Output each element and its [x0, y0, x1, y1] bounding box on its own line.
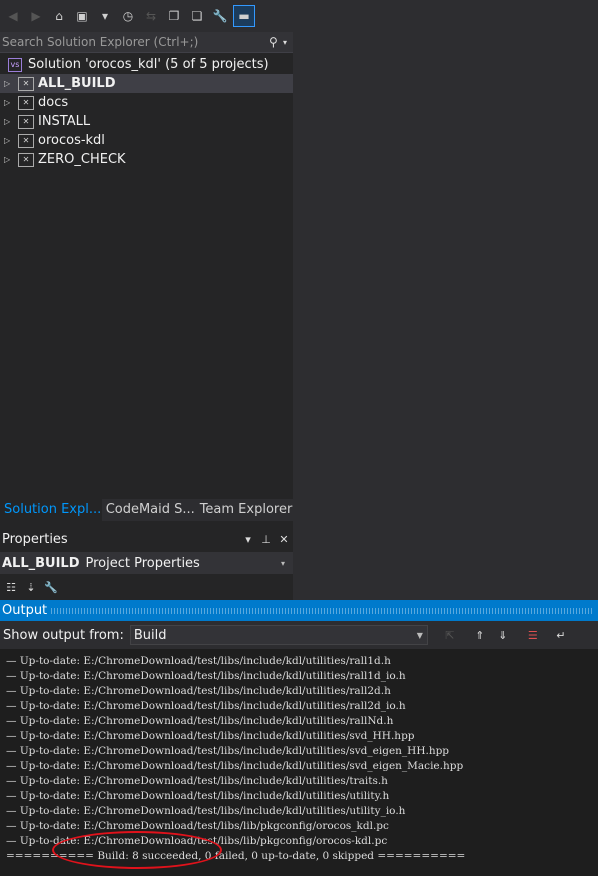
previous-message-icon[interactable]: ⇑ [470, 626, 490, 644]
solution-search-box[interactable]: Search Solution Explorer (Ctrl+;) ⚲ ▾ [0, 32, 293, 53]
project-icon: ✕ [18, 114, 34, 129]
clear-all-icon[interactable]: ☰ [523, 626, 543, 644]
output-line: — Up-to-date: E:/ChromeDownload/test/lib… [6, 775, 388, 787]
project-node-all-build[interactable]: ▷ ✕ ALL_BUILD [0, 74, 293, 93]
categorized-icon[interactable]: ☷ [2, 578, 20, 596]
project-label: INSTALL [38, 114, 91, 129]
pending-changes-icon[interactable]: ◷ [118, 6, 138, 26]
collapse-all-icon[interactable]: ❐ [164, 6, 184, 26]
solution-tree: vs Solution 'orocos_kdl' (5 of 5 project… [0, 55, 293, 169]
output-line: — Up-to-date: E:/ChromeDownload/test/lib… [6, 760, 464, 772]
chevron-down-icon[interactable]: ▾ [283, 38, 293, 47]
project-icon: ✕ [18, 152, 34, 167]
word-wrap-icon[interactable]: ↵ [551, 626, 571, 644]
chevron-down-icon[interactable]: ▾ [95, 6, 115, 26]
project-node-orocos-kdl[interactable]: ▷ ✕ orocos-kdl [0, 131, 293, 150]
chevron-down-icon[interactable]: ▼ [413, 631, 427, 640]
expand-arrow-icon[interactable]: ▷ [4, 79, 14, 88]
object-name: ALL_BUILD [2, 555, 80, 571]
project-node-zero-check[interactable]: ▷ ✕ ZERO_CHECK [0, 150, 293, 169]
title-grip[interactable] [51, 607, 594, 614]
window-position-icon[interactable]: ▾ [239, 533, 257, 546]
output-title-bar: Output [0, 600, 598, 621]
output-source-select[interactable]: Build ▼ [129, 625, 428, 645]
properties-header: Properties ▾ ⊥ ✕ [0, 529, 293, 549]
output-line: — Up-to-date: E:/ChromeDownload/test/lib… [6, 655, 391, 667]
expand-arrow-icon[interactable]: ▷ [4, 155, 14, 164]
output-line: — Up-to-date: E:/ChromeDownload/test/lib… [6, 820, 389, 832]
project-label: ALL_BUILD [38, 76, 116, 91]
tab-codemaid[interactable]: CodeMaid S... [102, 499, 196, 521]
output-line: — Up-to-date: E:/ChromeDownload/test/lib… [6, 790, 390, 802]
project-label: orocos-kdl [38, 133, 105, 148]
home-icon[interactable]: ⌂ [49, 6, 69, 26]
close-icon[interactable]: ✕ [275, 533, 293, 546]
solution-icon: vs [8, 57, 22, 72]
project-node-docs[interactable]: ▷ ✕ docs [0, 93, 293, 112]
chevron-down-icon[interactable]: ▾ [281, 559, 293, 568]
project-label: docs [38, 95, 69, 110]
output-line: — Up-to-date: E:/ChromeDownload/test/lib… [6, 745, 450, 757]
properties-toolbar: ☷ ⇣ 🔧 [0, 576, 293, 598]
editor-background [293, 0, 598, 600]
output-line: — Up-to-date: E:/ChromeDownload/test/lib… [6, 700, 406, 712]
tool-window-tabs: Solution Expl... CodeMaid S... Team Expl… [0, 499, 293, 521]
find-message-icon[interactable]: ⇱ [440, 626, 460, 644]
expand-arrow-icon[interactable]: ▷ [4, 136, 14, 145]
back-icon[interactable]: ◀ [3, 6, 23, 26]
expand-arrow-icon[interactable]: ▷ [4, 117, 14, 126]
search-input[interactable]: Search Solution Explorer (Ctrl+;) [0, 35, 269, 49]
tab-solution-explorer[interactable]: Solution Expl... [0, 499, 102, 521]
output-line: — Up-to-date: E:/ChromeDownload/test/lib… [6, 715, 394, 727]
project-node-install[interactable]: ▷ ✕ INSTALL [0, 112, 293, 131]
preview-selected-items-icon[interactable]: ▬ [233, 5, 255, 27]
forward-icon[interactable]: ▶ [26, 6, 46, 26]
next-message-icon[interactable]: ⇓ [493, 626, 513, 644]
tab-team-explorer[interactable]: Team Explorer [196, 499, 293, 521]
show-all-files-icon[interactable]: ❏ [187, 6, 207, 26]
properties-object-selector[interactable]: ALL_BUILD Project Properties ▾ [0, 552, 293, 574]
solution-explorer-toolbar: ◀ ▶ ⌂ ▣ ▾ ◷ ⇆ ❐ ❏ 🔧 ▬ [0, 0, 293, 32]
alphabetical-icon[interactable]: ⇣ [22, 578, 40, 596]
sync-icon[interactable]: ⇆ [141, 6, 161, 26]
project-label: ZERO_CHECK [38, 152, 126, 167]
show-output-from-label: Show output from: [3, 627, 124, 643]
output-line: — Up-to-date: E:/ChromeDownload/test/lib… [6, 685, 391, 697]
switch-views-icon[interactable]: ▣ [72, 6, 92, 26]
output-toolbar: Show output from: Build ▼ ⇱ ⇑ ⇓ ☰ ↵ [0, 623, 598, 647]
expand-arrow-icon[interactable]: ▷ [4, 98, 14, 107]
output-line: — Up-to-date: E:/ChromeDownload/test/lib… [6, 730, 415, 742]
project-icon: ✕ [18, 95, 34, 110]
project-icon: ✕ [18, 76, 34, 91]
pin-icon[interactable]: ⊥ [257, 533, 275, 546]
project-icon: ✕ [18, 133, 34, 148]
output-title: Output [2, 603, 48, 618]
highlight-annotation-ring [52, 831, 222, 869]
output-line: — Up-to-date: E:/ChromeDownload/test/lib… [6, 670, 406, 682]
properties-wrench-icon[interactable]: 🔧 [210, 6, 230, 26]
object-type: Project Properties [85, 555, 200, 571]
properties-title: Properties [2, 531, 68, 547]
output-source-value: Build [133, 627, 167, 643]
output-line: — Up-to-date: E:/ChromeDownload/test/lib… [6, 805, 406, 817]
solution-node[interactable]: vs Solution 'orocos_kdl' (5 of 5 project… [0, 55, 293, 74]
solution-label: Solution 'orocos_kdl' (5 of 5 projects) [28, 57, 269, 72]
property-pages-wrench-icon[interactable]: 🔧 [42, 578, 60, 596]
search-icon[interactable]: ⚲ [269, 35, 283, 49]
